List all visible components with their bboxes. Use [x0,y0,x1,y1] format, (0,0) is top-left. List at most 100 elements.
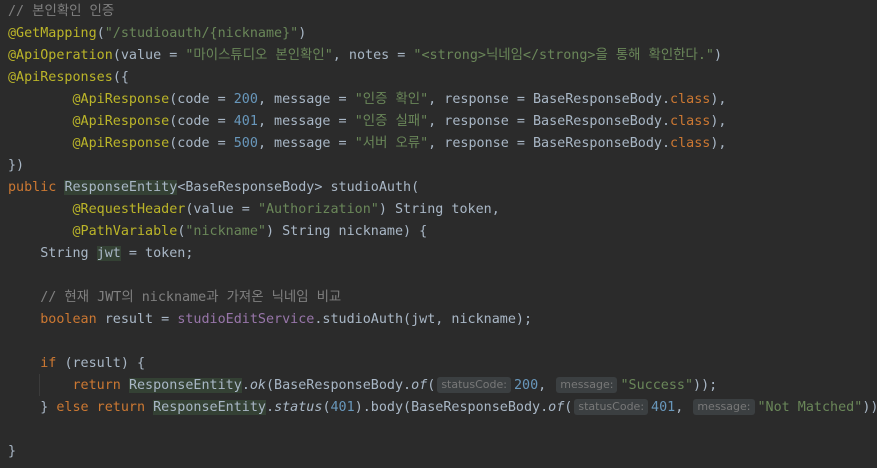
code-token: studioAuth [330,180,412,195]
code-token: ) String nickname) { [266,224,428,239]
code-token: } [8,444,17,459]
code-token: , response = BaseResponseBody. [428,92,671,107]
code-token: ( [564,400,573,415]
code-line[interactable]: @GetMapping("/studioauth/{nickname}") [8,23,306,45]
code-line[interactable]: @ApiResponse(code = 500, message = "서버 오… [8,133,727,155]
code-line[interactable]: } else return ResponseEntity.status (401)… [8,397,877,419]
code-line[interactable]: @ApiResponses({ [8,67,129,89]
code-token: , response = BaseResponseBody. [428,114,671,129]
code-token: jwt [96,246,121,261]
code-token: @ApiResponse [72,92,170,107]
code-token: String [8,246,97,261]
code-token: ) [713,48,723,63]
code-token: , notes = [332,48,414,63]
code-line[interactable]: @ApiResponse(code = 401, message = "인증 실… [8,111,727,133]
code-token: , message = [257,114,355,129]
code-token: , message = [257,92,355,107]
code-token: @ApiOperation [8,48,113,63]
code-token: 401 [233,114,258,129]
code-token: (code = [169,136,234,151]
code-token: 401 [330,400,355,415]
code-token: "Not Matched" [757,400,863,415]
code-token: (value = [185,202,258,217]
code-token: ), [710,92,727,107]
code-token: // 본인확인 인증 [8,4,115,19]
code-token: of [548,400,565,415]
code-token: class [670,92,711,107]
code-token: 200 [233,92,258,107]
code-line[interactable]: boolean result = studioEditService.studi… [8,309,532,331]
code-editor[interactable]: // 본인확인 인증 @GetMapping("/studioauth/{nick… [0,0,877,468]
code-token: "Authorization" [257,202,379,217]
code-token: ), [710,114,727,129]
code-token: of [411,378,428,393]
code-token: // 현재 JWT의 nickname과 가져온 닉네임 비교 [8,290,342,305]
code-token: } [8,400,57,415]
code-token: if [40,356,65,371]
code-token: "<strong>닉네임</strong>을 통해 확인한다." [413,48,714,63]
code-line[interactable]: @ApiResponse(code = 200, message = "인증 확… [8,89,727,111]
code-line[interactable]: } [8,441,16,463]
parameter-hint: statusCode: [574,399,649,415]
code-token: <BaseResponseBody> [177,180,331,195]
code-token: class [670,136,711,151]
code-token: ({ [112,70,129,85]
code-token: = token; [120,246,194,261]
code-line[interactable]: // 현재 JWT의 nickname과 가져온 닉네임 비교 [8,287,341,309]
code-token: ( [411,180,420,195]
code-line[interactable]: return ResponseEntity.ok(BaseResponseBod… [8,375,717,397]
code-token: return [72,378,129,393]
code-token: ), [710,136,727,151]
code-token: 200 [513,378,539,393]
code-token: )); [862,400,877,415]
code-token: else return [56,400,154,415]
code-token: ResponseEntity [64,180,178,195]
code-token: 401 [651,400,676,415]
code-line[interactable]: @RequestHeader(value = "Authorization") … [8,199,500,221]
code-line[interactable]: public ResponseEntity<BaseResponseBody> … [8,177,419,199]
code-line[interactable]: // 본인확인 인증 [8,1,114,23]
code-token: @GetMapping [8,26,97,41]
parameter-hint: message: [693,399,755,415]
code-token: class [670,114,711,129]
code-token: ( [427,378,436,393]
code-line[interactable]: if (result) { [8,353,145,375]
code-token: ResponseEntity [153,400,266,415]
code-token: studioEditService [177,312,315,327]
code-token: status [274,400,323,415]
code-token: . [266,400,275,415]
code-line[interactable]: }) [8,155,24,177]
code-token: (result) { [64,356,146,371]
code-token: "인증 실패" [354,114,429,129]
parameter-hint: message: [556,377,618,393]
code-line[interactable]: String jwt = token; [8,243,193,265]
code-token: . [241,378,250,393]
code-token: @PathVariable [72,224,178,239]
code-token: ResponseEntity [128,378,242,393]
code-line[interactable]: @PathVariable("nickname") String nicknam… [8,221,428,243]
code-line[interactable]: @ApiOperation(value = "마이스튜디오 본인확인", not… [8,45,722,67]
code-token: ).body(BaseResponseBody. [354,400,549,415]
code-token: , [675,400,692,415]
code-token: "마이스튜디오 본인확인" [185,48,333,63]
code-token: @ApiResponse [72,136,170,151]
code-token: "서버 오류" [354,136,429,151]
code-token: (BaseResponseBody. [266,378,412,393]
code-token: ) [298,26,307,41]
code-token: )); [693,378,718,393]
code-token: ) String token, [378,202,500,217]
code-token: , [538,378,555,393]
code-token: ( [96,26,105,41]
code-token: @ApiResponse [72,114,170,129]
code-token: "인증 확인" [354,92,429,107]
code-token: }) [8,158,25,173]
code-token: , response = BaseResponseBody. [428,136,671,151]
code-token: (value = [112,48,186,63]
code-token: @ApiResponses [8,70,113,85]
